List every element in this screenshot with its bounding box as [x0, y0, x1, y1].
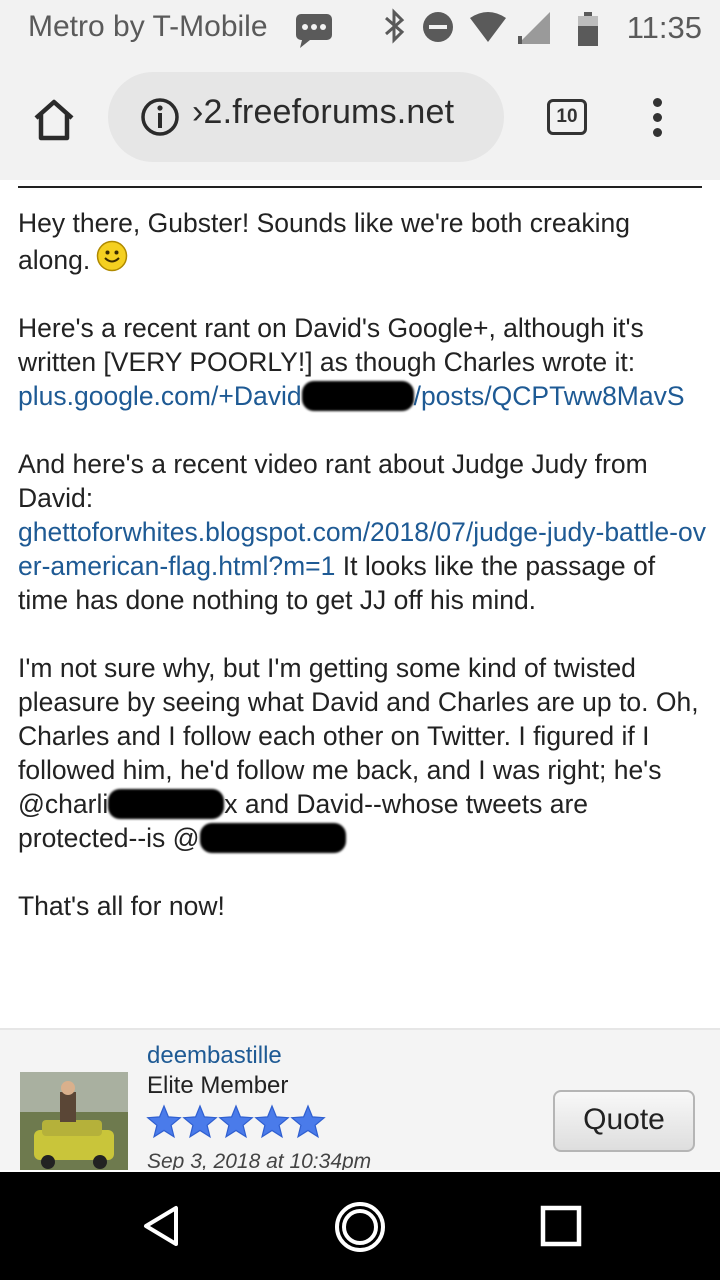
avatar[interactable]: [20, 1072, 128, 1170]
overflow-menu-icon[interactable]: [649, 98, 665, 138]
battery-icon: [578, 12, 598, 46]
divider: [18, 186, 702, 188]
star-icon: [254, 1104, 290, 1139]
paragraph-5: That's all for now!: [18, 891, 225, 921]
paragraph-2-text: Here's a recent rant on David's Google+,…: [18, 313, 644, 377]
clock: 11:35: [626, 10, 702, 45]
do-not-disturb-icon: [423, 12, 453, 42]
info-icon[interactable]: [140, 97, 180, 137]
home-circle-icon[interactable]: [333, 1200, 387, 1254]
link-part-b: /posts/QCPTww8MavS: [413, 381, 685, 411]
redaction: [199, 823, 346, 853]
tabs-button[interactable]: 10: [547, 99, 587, 135]
system-nav-bar: [0, 1172, 720, 1280]
post-author-bar: deembastille Elite Member Sep 3, 2018 at…: [0, 1028, 720, 1170]
url-text: ›2.freeforums.net: [192, 93, 455, 131]
post-body: Hey there, Gubster! Sounds like we're bo…: [18, 206, 708, 957]
star-icon: [218, 1104, 254, 1139]
wifi-icon: [470, 12, 506, 42]
smiley-icon: [96, 240, 128, 272]
redaction: [301, 381, 414, 411]
status-icons: [296, 8, 598, 48]
quote-button[interactable]: Quote: [553, 1090, 695, 1152]
paragraph-4: I'm not sure why, but I'm getting some k…: [18, 651, 708, 855]
author-username[interactable]: deembastille: [147, 1042, 282, 1070]
paragraph-2: Here's a recent rant on David's Google+,…: [18, 311, 708, 413]
author-rank: Elite Member: [147, 1072, 289, 1099]
star-icon: [146, 1104, 182, 1139]
star-icon: [182, 1104, 218, 1139]
google-plus-link[interactable]: plus.google.com/+David/posts/QCPTww8MavS: [18, 381, 685, 411]
back-icon[interactable]: [138, 1202, 186, 1250]
forum-post-area: Hey there, Gubster! Sounds like we're bo…: [0, 180, 720, 1170]
star-icon: [290, 1104, 326, 1139]
rank-stars: [146, 1104, 326, 1139]
paragraph-3-text: And here's a recent video rant about Jud…: [18, 449, 648, 513]
redaction: [108, 789, 225, 819]
post-date: Sep 3, 2018 at 10:34pm: [147, 1150, 372, 1170]
bluetooth-icon: [385, 8, 405, 44]
browser-toolbar: ›2.freeforums.net 10: [0, 56, 720, 180]
home-icon[interactable]: [30, 96, 78, 144]
address-bar[interactable]: ›2.freeforums.net: [108, 72, 504, 162]
paragraph-1: Hey there, Gubster! Sounds like we're bo…: [18, 206, 708, 277]
paragraph-3: And here's a recent video rant about Jud…: [18, 447, 708, 617]
message-icon: [296, 14, 332, 48]
status-bar: Metro by T-Mobile 11:35: [0, 0, 720, 56]
recents-icon[interactable]: [540, 1205, 582, 1247]
cell-signal-icon: [518, 12, 550, 44]
link-part-a: plus.google.com/+David: [18, 381, 302, 411]
